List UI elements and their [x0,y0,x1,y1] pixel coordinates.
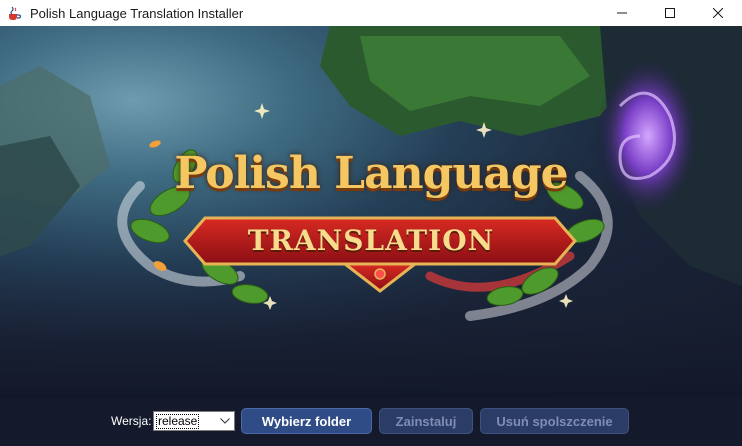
java-cup-icon [6,5,22,21]
window-controls [598,0,742,26]
close-icon [713,8,723,18]
maximize-button[interactable] [646,0,694,26]
control-bar: Wersja: release Wybierz folder Zainstalu… [0,398,742,446]
version-label: Wersja: [111,414,152,428]
logo-line-1: Polish Language [174,148,568,199]
install-button[interactable]: Zainstaluj [379,408,473,434]
minimize-button[interactable] [598,0,646,26]
chevron-down-icon [218,414,232,428]
banner-artwork: Polish Language TRANSLATION [0,26,742,398]
logo-title: Polish Language [0,148,742,199]
logo-line-2: TRANSLATION [247,224,495,257]
minimize-icon [617,12,627,14]
remove-translation-button[interactable]: Usuń spolszczenie [480,408,629,434]
choose-folder-button[interactable]: Wybierz folder [241,408,372,434]
logo-subtitle: TRANSLATION [0,224,742,257]
window-title: Polish Language Translation Installer [30,5,244,21]
version-select[interactable]: release [153,411,235,431]
close-button[interactable] [694,0,742,26]
banner-illustration [0,26,742,398]
maximize-icon [665,8,675,18]
title-bar: Polish Language Translation Installer [0,0,742,26]
version-value: release [156,413,200,429]
installer-window: Polish Language Translation Installer Po… [0,0,742,446]
